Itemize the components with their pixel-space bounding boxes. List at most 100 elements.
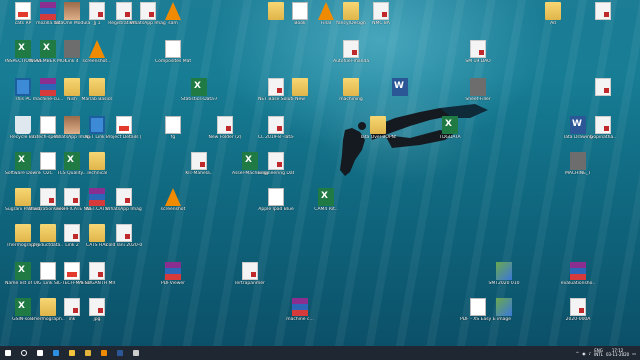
desktop-icon[interactable]: machine c...: [282, 298, 318, 330]
desktop-icon-label: evaluationsho..: [560, 281, 596, 286]
exe-icon: [570, 152, 586, 170]
notifications-icon[interactable]: ▭: [632, 351, 636, 356]
desktop-icon-label: 2020-000A: [565, 317, 591, 322]
pdf-icon: [15, 2, 31, 20]
file-icon: [268, 188, 284, 206]
desktop-icon-label: Iertrapanmer: [235, 281, 265, 286]
desktop-icon[interactable]: [382, 78, 418, 110]
language-indicator[interactable]: ENG INTL: [594, 348, 603, 358]
desktop-icon[interactable]: jpg: [79, 298, 115, 330]
desktop-icon[interactable]: CL 2019-8 -Tata-wh...: [258, 116, 294, 148]
desktop-icon[interactable]: evaluationsho..: [560, 262, 596, 294]
app-button[interactable]: [128, 346, 144, 360]
doc-icon: [89, 298, 105, 316]
desktop-icon[interactable]: Apple Ipad Blue: [258, 188, 294, 220]
desktop-icon-label: Engineering Data Expo..: [258, 171, 294, 176]
desktop-icon[interactable]: New: [282, 78, 318, 110]
word-icon: [117, 350, 123, 356]
desktop-icon[interactable]: screenshot: [155, 188, 191, 220]
task-view-icon: [37, 350, 43, 356]
desktop-icon[interactable]: MACHINE_T: [560, 152, 596, 184]
chrome-icon: [85, 350, 91, 356]
desktop-icon[interactable]: Engineering Data Expo..: [258, 152, 294, 184]
chrome-button[interactable]: [80, 346, 96, 360]
desktop-icon[interactable]: 2020-000A: [560, 298, 596, 330]
desktop-icon[interactable]: New Folder (2): [207, 116, 243, 148]
desktop-icon[interactable]: NMC 8A: [363, 2, 399, 34]
word-icon: [392, 78, 408, 96]
edge-button[interactable]: [48, 346, 64, 360]
desktop-icon-label: Gopinatha..: [589, 135, 617, 140]
desktop-icon[interactable]: [585, 78, 621, 110]
desktop-icon[interactable]: sam: [155, 2, 191, 34]
desktop-icon[interactable]: PDFViewer: [155, 262, 191, 294]
file-icon: [165, 40, 181, 58]
desktop-icon-label: jpg: [93, 317, 101, 322]
desktop-icon-label: sam: [168, 21, 178, 26]
desktop-icon[interactable]: [585, 2, 621, 34]
desktop-icon[interactable]: fg: [155, 116, 191, 148]
desktop-icon-label: MACHINE_T: [565, 171, 591, 176]
desktop-icon[interactable]: image: [486, 298, 522, 330]
doc-icon: [242, 262, 258, 280]
volume-icon[interactable]: ♪: [589, 351, 592, 356]
photo-icon: [64, 2, 80, 20]
desktop-icon[interactable]: machining: [333, 78, 369, 110]
desktop-icon[interactable]: Technical: [79, 152, 115, 184]
desktop-icon[interactable]: Ad: [535, 2, 571, 34]
rar-icon: [165, 262, 181, 280]
lang-bottom: INTL: [594, 352, 603, 357]
desktop-icon[interactable]: Sheet-Filler: [460, 78, 496, 110]
desktop-icon-label: Sheet-Filler: [465, 97, 491, 102]
desktop-icon[interactable]: TDGDATA: [432, 116, 468, 148]
desktop-icon[interactable]: Project Details (S...: [106, 116, 142, 148]
desktop-icon[interactable]: AI SUGANTH MICROSOFT..: [79, 262, 115, 294]
desktop-icon-label: AI SUGANTH MICROSOFT..: [79, 281, 115, 286]
desktop-icon[interactable]: Gopinatha..: [585, 116, 621, 148]
doc-icon: [268, 152, 284, 170]
desktop-icon[interactable]: Marlab Basics: [79, 78, 115, 110]
network-icon[interactable]: ◉: [582, 351, 586, 356]
desktop: cats RPmozilla.txtTataOne Modular O..Jj …: [0, 0, 640, 346]
system-tray: ^ ◉ ♪ ENG INTL 17:12 03-11-2020 ▭: [576, 346, 636, 360]
desktop-icon-label: SM 19 DAO: [465, 59, 491, 64]
folder-icon: [89, 224, 105, 242]
task-view-button[interactable]: [32, 346, 48, 360]
desktop-icon[interactable]: SMT2020 010: [486, 262, 522, 294]
exe-icon: [470, 78, 486, 96]
search-button[interactable]: [16, 346, 32, 360]
img-icon: [496, 298, 512, 316]
desktop-icon[interactable]: Iertrapanmer: [232, 262, 268, 294]
desktop-icon[interactable]: screenshot...: [79, 40, 115, 72]
desktop-icon[interactable]: KIT-Mahela..: [181, 152, 217, 184]
excel-icon: [242, 152, 258, 170]
desktop-icon[interactable]: CAM4 Rit..: [308, 188, 344, 220]
start-button[interactable]: [0, 346, 16, 360]
vlc-button[interactable]: [96, 346, 112, 360]
folder-icon: [89, 152, 105, 170]
desktop-icon-label: CAM4 Rit..: [314, 207, 338, 212]
photo-icon: [64, 116, 80, 134]
chevron-up-icon[interactable]: ^: [576, 351, 579, 356]
desktop-icon[interactable]: SM 19 DAO: [460, 40, 496, 72]
desktop-icon-label: cold lani 2020-01: [106, 243, 142, 248]
exe-icon: [64, 40, 80, 58]
desktop-icon-label: Technical: [86, 171, 108, 176]
desktop-icon[interactable]: Statistics-Data-A...: [181, 78, 217, 110]
explorer-button[interactable]: [64, 346, 80, 360]
doc-icon: [595, 2, 611, 20]
folder-icon: [64, 78, 80, 96]
doc-icon: [116, 224, 132, 242]
desktop-icon-label: machining: [339, 97, 363, 102]
pdf-icon: [64, 262, 80, 280]
desktop-icon[interactable]: Composites Materials: [155, 40, 191, 72]
desktop-icon[interactable]: WhatsApp Image 2020-: [106, 188, 142, 220]
desktop-icon-label: Apple Ipad Blue: [258, 207, 294, 212]
desktop-icon-label: PDFViewer: [160, 281, 186, 286]
folder-icon: [15, 224, 31, 242]
clock[interactable]: 17:12 03-11-2020: [606, 348, 629, 358]
word-button[interactable]: [112, 346, 128, 360]
desktop-icon[interactable]: Tata Ovel-BOPNS..: [360, 116, 396, 148]
desktop-icon[interactable]: Autofuel-mandar-Fin...: [333, 40, 369, 72]
desktop-icon[interactable]: cold lani 2020-01: [106, 224, 142, 256]
